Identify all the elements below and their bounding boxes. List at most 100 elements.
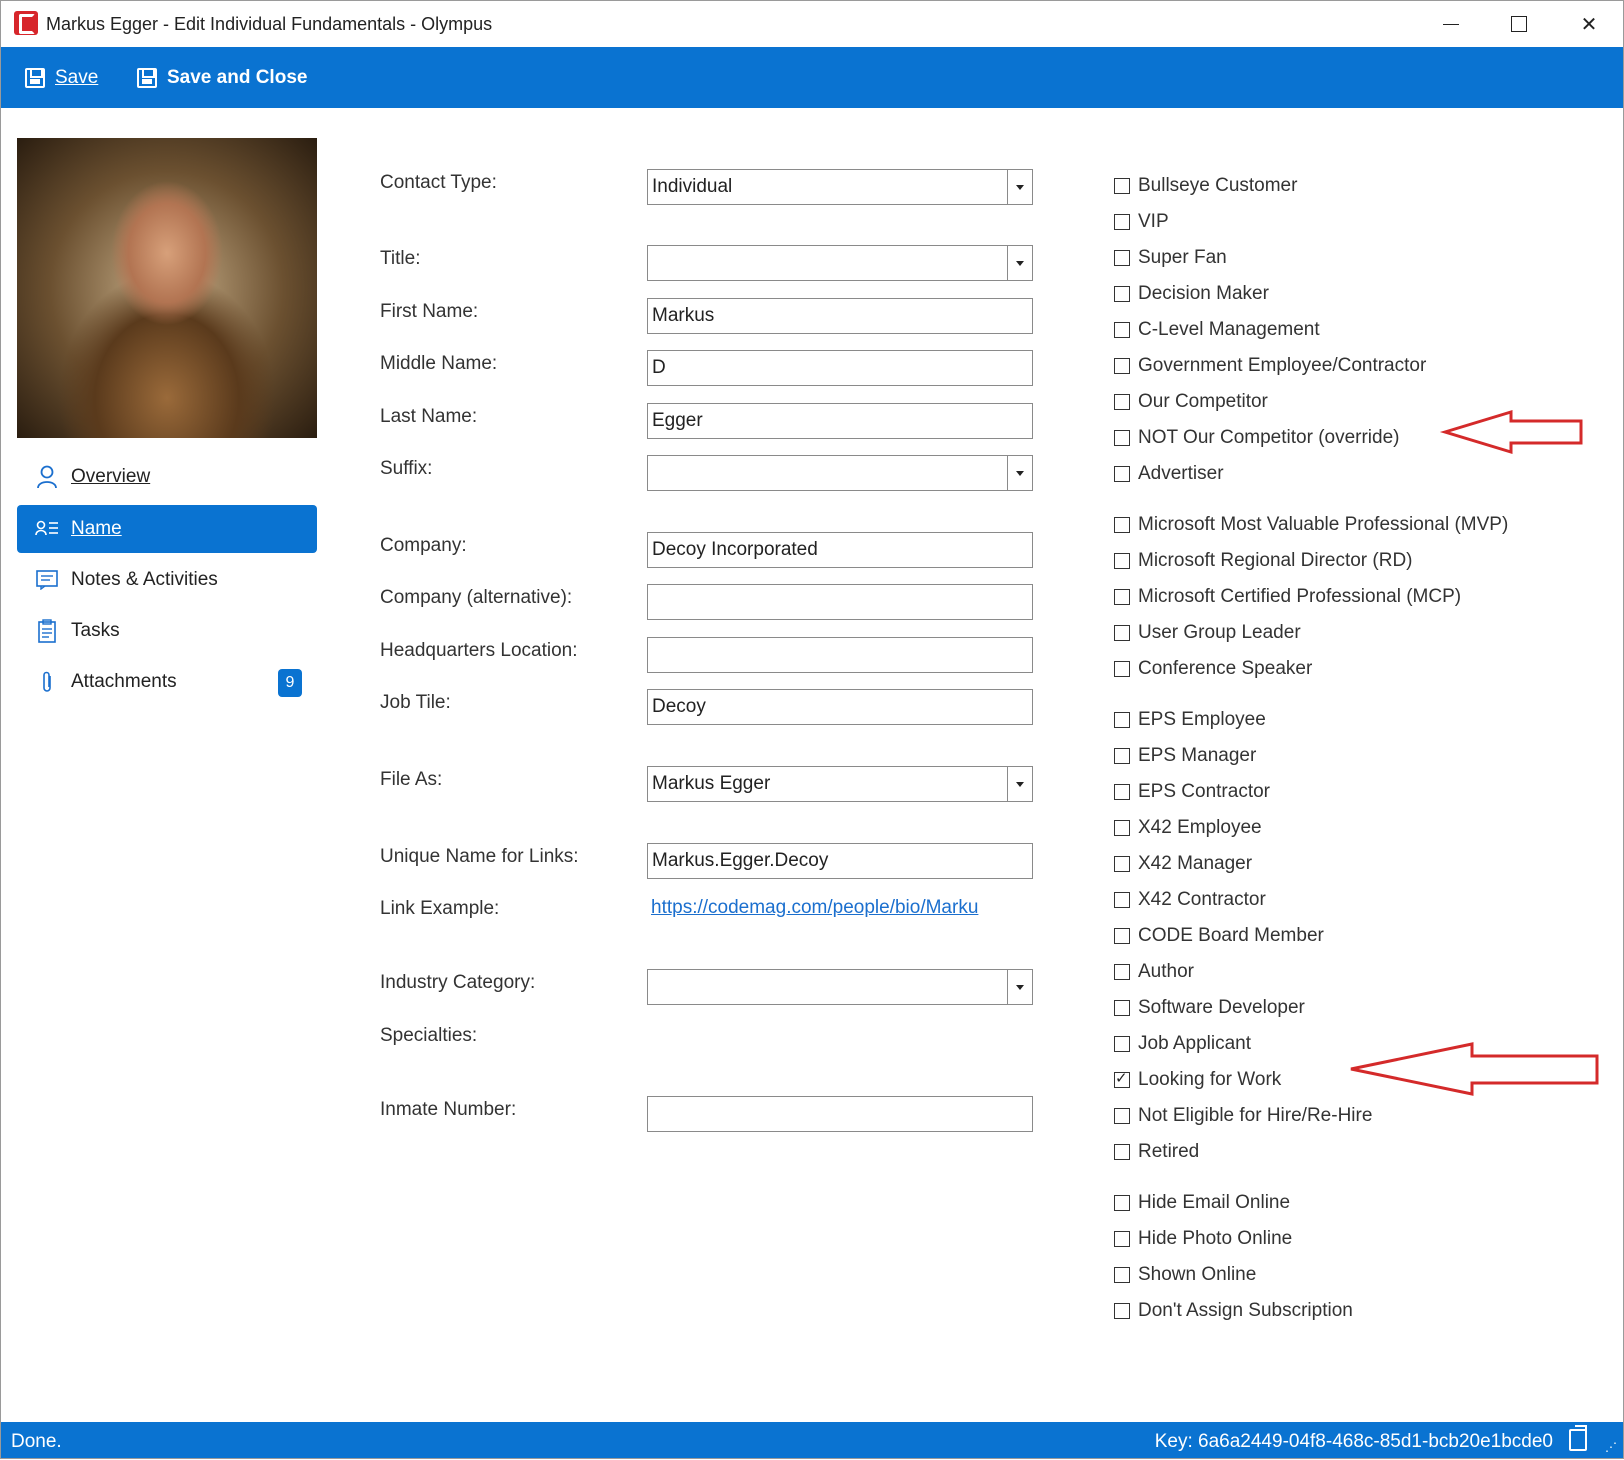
checkbox-icon[interactable] <box>1114 358 1130 374</box>
hq-location-field[interactable] <box>647 637 1033 673</box>
unique-name-field[interactable]: Markus.Egger.Decoy <box>647 843 1033 879</box>
flag-checkbox[interactable]: Hide Photo Online <box>1114 1228 1292 1250</box>
flag-checkbox[interactable]: NOT Our Competitor (override) <box>1114 427 1400 449</box>
sidebar-item-name[interactable]: Name <box>17 505 317 553</box>
resize-grip-icon[interactable]: ⋰ <box>1605 1440 1617 1454</box>
file-as-select[interactable]: Markus Egger <box>647 766 1033 802</box>
checkbox-icon[interactable] <box>1114 517 1130 533</box>
checkbox-icon[interactable] <box>1114 1231 1130 1247</box>
checkbox-icon[interactable] <box>1114 625 1130 641</box>
checkbox-icon[interactable] <box>1114 466 1130 482</box>
checkbox-checked-icon[interactable] <box>1114 1069 1130 1088</box>
flag-checkbox[interactable]: EPS Manager <box>1114 745 1256 767</box>
industry-category-select[interactable] <box>647 969 1033 1005</box>
flag-checkbox[interactable]: Super Fan <box>1114 247 1227 269</box>
chevron-down-icon[interactable] <box>1007 767 1032 801</box>
flag-checkbox[interactable]: Looking for Work <box>1114 1069 1281 1091</box>
flag-checkbox[interactable]: X42 Manager <box>1114 853 1252 875</box>
checkbox-icon[interactable] <box>1114 1195 1130 1211</box>
flag-checkbox[interactable]: Hide Email Online <box>1114 1192 1290 1214</box>
checkbox-icon[interactable] <box>1114 394 1130 410</box>
checkbox-icon[interactable] <box>1114 820 1130 836</box>
sidebar-item-attachments[interactable]: Attachments 9 <box>17 658 317 706</box>
checkbox-icon[interactable] <box>1114 1036 1130 1052</box>
checkbox-icon[interactable] <box>1114 178 1130 194</box>
flag-checkbox[interactable]: CODE Board Member <box>1114 925 1324 947</box>
flag-checkbox[interactable]: EPS Employee <box>1114 709 1266 731</box>
job-title-field[interactable]: Decoy <box>647 689 1033 725</box>
flag-checkbox[interactable]: Software Developer <box>1114 997 1305 1019</box>
checkbox-icon[interactable] <box>1114 553 1130 569</box>
sidebar-item-notes-activities[interactable]: Notes & Activities <box>17 556 317 604</box>
flag-checkbox[interactable]: User Group Leader <box>1114 622 1301 644</box>
flag-checkbox[interactable]: Bullseye Customer <box>1114 175 1297 197</box>
flag-checkbox[interactable]: Government Employee/Contractor <box>1114 355 1426 377</box>
flag-checkbox[interactable]: Author <box>1114 961 1194 983</box>
checkbox-icon[interactable] <box>1114 964 1130 980</box>
flag-checkbox[interactable]: Microsoft Most Valuable Professional (MV… <box>1114 514 1508 536</box>
checkbox-icon[interactable] <box>1114 784 1130 800</box>
flag-checkbox[interactable]: Microsoft Certified Professional (MCP) <box>1114 586 1461 608</box>
flag-checkbox[interactable]: Decision Maker <box>1114 283 1269 305</box>
flag-checkbox[interactable]: C-Level Management <box>1114 319 1320 341</box>
chevron-down-icon[interactable] <box>1007 246 1032 280</box>
suffix-select[interactable] <box>647 455 1033 491</box>
chevron-down-icon[interactable] <box>1007 456 1032 490</box>
checkbox-icon[interactable] <box>1114 286 1130 302</box>
link-example-link[interactable]: https://codemag.com/people/bio/Marku <box>651 897 978 919</box>
sidebar-item-tasks[interactable]: Tasks <box>17 607 317 655</box>
flag-checkbox[interactable]: Job Applicant <box>1114 1033 1251 1055</box>
checkbox-icon[interactable] <box>1114 430 1130 446</box>
middle-name-field[interactable]: D <box>647 350 1033 386</box>
checkbox-icon[interactable] <box>1114 1000 1130 1016</box>
first-name-field[interactable]: Markus <box>647 298 1033 334</box>
checkbox-icon[interactable] <box>1114 856 1130 872</box>
flag-checkbox[interactable]: Don't Assign Subscription <box>1114 1300 1353 1322</box>
chevron-down-icon[interactable] <box>1007 970 1032 1004</box>
save-button[interactable]: Save <box>25 63 98 93</box>
last-name-field[interactable]: Egger <box>647 403 1033 439</box>
checkbox-icon[interactable] <box>1114 1267 1130 1283</box>
flag-checkbox[interactable]: EPS Contractor <box>1114 781 1270 803</box>
close-button[interactable]: ✕ <box>1571 11 1607 37</box>
checkbox-icon[interactable] <box>1114 712 1130 728</box>
flag-checkbox[interactable]: Not Eligible for Hire/Re-Hire <box>1114 1105 1372 1127</box>
copy-icon[interactable] <box>1569 1425 1587 1451</box>
checkbox-icon[interactable] <box>1114 928 1130 944</box>
contact-photo[interactable] <box>17 138 317 438</box>
company-alt-field[interactable] <box>647 584 1033 620</box>
checkbox-icon[interactable] <box>1114 748 1130 764</box>
flag-checkbox[interactable]: Our Competitor <box>1114 391 1268 413</box>
checkbox-icon[interactable] <box>1114 214 1130 230</box>
flag-checkbox[interactable]: X42 Contractor <box>1114 889 1266 911</box>
chevron-down-icon[interactable] <box>1007 170 1032 204</box>
app-logo-icon <box>14 11 38 35</box>
checkbox-icon[interactable] <box>1114 1108 1130 1124</box>
minimize-button[interactable] <box>1433 11 1469 37</box>
flag-checkbox[interactable]: Shown Online <box>1114 1264 1256 1286</box>
checkbox-icon[interactable] <box>1114 589 1130 605</box>
inmate-number-field[interactable] <box>647 1096 1033 1132</box>
flag-checkbox-label: User Group Leader <box>1138 622 1301 643</box>
file-as-label: File As: <box>380 769 443 790</box>
contact-type-select[interactable]: Individual <box>647 169 1033 205</box>
checkbox-icon[interactable] <box>1114 892 1130 908</box>
flag-checkbox[interactable]: Retired <box>1114 1141 1199 1163</box>
sidebar-item-overview[interactable]: Overview <box>17 453 317 501</box>
flag-checkbox[interactable]: Advertiser <box>1114 463 1224 485</box>
flag-checkbox[interactable]: Microsoft Regional Director (RD) <box>1114 550 1413 572</box>
checkbox-icon[interactable] <box>1114 1144 1130 1160</box>
checkbox-icon[interactable] <box>1114 322 1130 338</box>
checkbox-icon[interactable] <box>1114 1303 1130 1319</box>
company-field[interactable]: Decoy Incorporated <box>647 532 1033 568</box>
checkbox-icon[interactable] <box>1114 250 1130 266</box>
save-and-close-button[interactable]: Save and Close <box>137 63 307 93</box>
title-select[interactable] <box>647 245 1033 281</box>
flag-checkbox-label: Shown Online <box>1138 1264 1257 1285</box>
flag-checkbox[interactable]: Conference Speaker <box>1114 658 1312 680</box>
flag-checkbox[interactable]: VIP <box>1114 211 1169 233</box>
maximize-button[interactable] <box>1501 11 1537 37</box>
file-as-value: Markus Egger <box>652 773 771 794</box>
checkbox-icon[interactable] <box>1114 661 1130 677</box>
flag-checkbox[interactable]: X42 Employee <box>1114 817 1262 839</box>
